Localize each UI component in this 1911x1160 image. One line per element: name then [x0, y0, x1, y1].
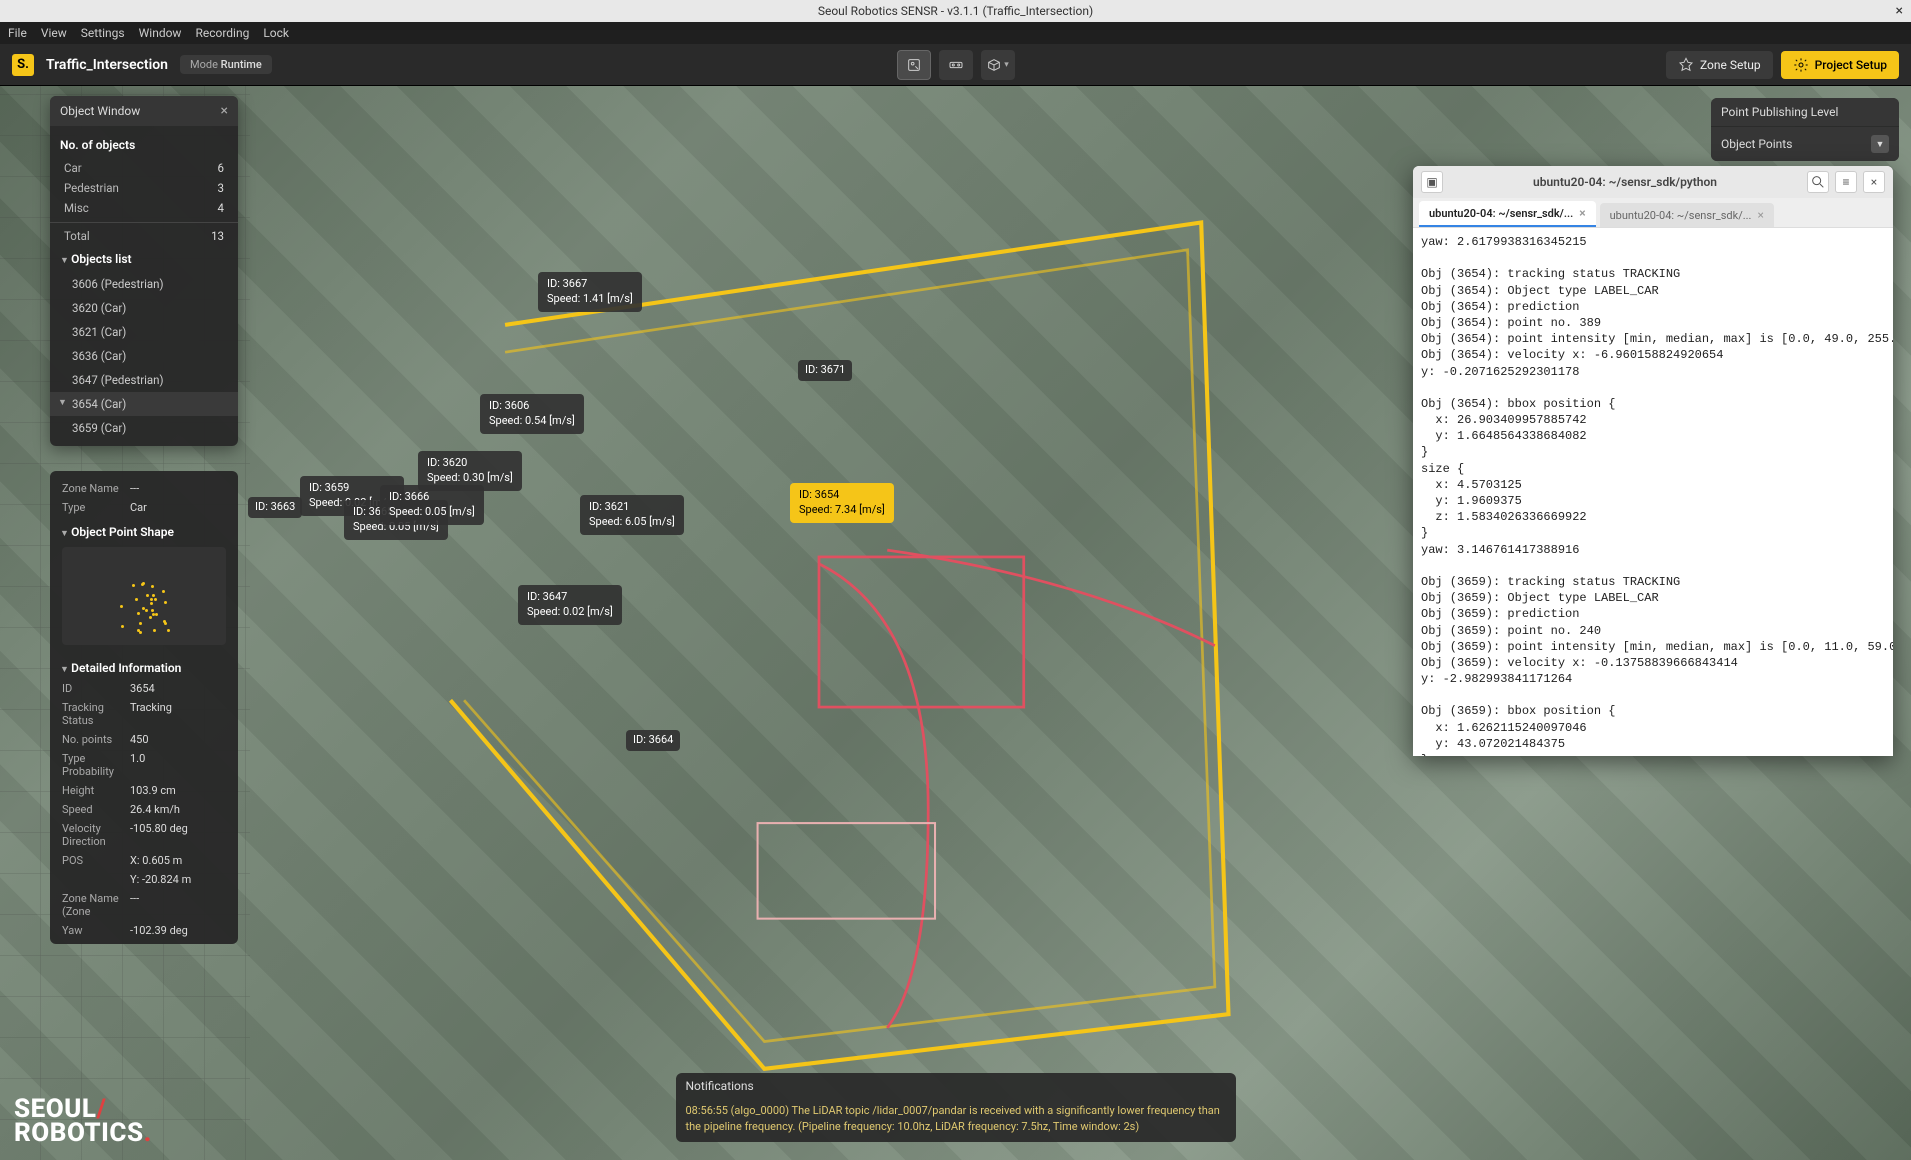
terminal-tabs: ubuntu20-04: ~/sensr_sdk/...× ubuntu20-0… — [1413, 198, 1893, 228]
menu-recording[interactable]: Recording — [195, 26, 249, 40]
view-mode-2-button[interactable] — [939, 50, 973, 80]
zone-setup-button[interactable]: Zone Setup — [1666, 51, 1773, 79]
terminal-header: ▣ ubuntu20-04: ~/sensr_sdk/python ≡ × — [1413, 166, 1893, 198]
terminal-title: ubuntu20-04: ~/sensr_sdk/python — [1449, 175, 1801, 189]
menu-view[interactable]: View — [41, 26, 67, 40]
scene-object-label[interactable]: ID: 3666Speed: 0.05 [m/s] — [380, 485, 484, 525]
scene-object-label[interactable]: ID: 3671 — [798, 360, 852, 381]
window-close-icon[interactable]: × — [1896, 3, 1903, 19]
app-logo: S. — [12, 54, 34, 76]
scene-object-label[interactable]: ID: 3606Speed: 0.54 [m/s] — [480, 394, 584, 434]
point-publishing-title: Point Publishing Level — [1721, 105, 1838, 119]
detail-row: Type Probability1.0 — [50, 749, 238, 781]
detail-row: ID3654 — [50, 679, 238, 698]
window-title: Seoul Robotics SENSR - v3.1.1 (Traffic_I… — [818, 4, 1093, 18]
objects-list-header[interactable]: Objects list — [50, 246, 238, 272]
tab-close-icon[interactable]: × — [1579, 206, 1585, 220]
objects-list-item[interactable]: 3659 (Car) — [50, 416, 238, 440]
objects-list-item[interactable]: 3654 (Car) — [50, 392, 238, 416]
scene-object-label[interactable]: ID: 3663 — [248, 497, 302, 518]
terminal-close-icon[interactable]: × — [1863, 171, 1885, 193]
objects-list-item[interactable]: 3606 (Pedestrian) — [50, 272, 238, 296]
object-window-title: Object Window — [60, 104, 140, 118]
point-publishing-panel: Point Publishing Level Object Points ▼ — [1711, 98, 1899, 161]
scene-object-label[interactable]: ID: 3664 — [626, 730, 680, 751]
terminal-window[interactable]: ▣ ubuntu20-04: ~/sensr_sdk/python ≡ × ub… — [1413, 166, 1893, 756]
detailed-info-header[interactable]: Detailed Information — [50, 651, 238, 679]
detail-row: Height103.9 cm — [50, 781, 238, 800]
project-name: Traffic_Intersection — [46, 57, 168, 73]
scene-object-label[interactable]: ID: 3621Speed: 6.05 [m/s] — [580, 495, 684, 535]
close-icon[interactable]: × — [221, 103, 228, 119]
notifications-panel: Notifications 08:56:55 (algo_0000) The L… — [676, 1073, 1236, 1142]
point-publishing-value: Object Points — [1721, 137, 1792, 151]
point-shape-preview — [62, 547, 226, 645]
menu-file[interactable]: File — [8, 26, 27, 40]
view-mode-3-button[interactable]: ▾ — [981, 50, 1015, 80]
search-icon[interactable] — [1807, 171, 1829, 193]
notifications-title: Notifications — [676, 1073, 1236, 1099]
menu-window[interactable]: Window — [139, 26, 182, 40]
scene-object-label[interactable]: ID: 3654Speed: 7.34 [m/s] — [790, 483, 894, 523]
detail-row: Y: -20.824 m — [50, 870, 238, 889]
mode-pill[interactable]: Mode Runtime — [180, 55, 272, 74]
brand-logo: SEOUL/ ROBOTICS. — [14, 1097, 152, 1146]
project-setup-button[interactable]: Project Setup — [1781, 51, 1899, 79]
scene-viewport[interactable]: ID: 3667Speed: 1.41 [m/s] ID: 3671 ID: 360… — [0, 86, 1911, 1160]
object-detail-panel: Zone Name--- TypeCar Object Point Shape … — [50, 471, 238, 944]
scene-object-label[interactable]: ID: 3667Speed: 1.41 [m/s] — [538, 272, 642, 312]
objects-list-item[interactable]: 3621 (Car) — [50, 320, 238, 344]
scene-object-label[interactable]: ID: 3647Speed: 0.02 [m/s] — [518, 585, 622, 625]
menu-settings[interactable]: Settings — [81, 26, 125, 40]
point-shape-header[interactable]: Object Point Shape — [50, 517, 238, 541]
menu-lock[interactable]: Lock — [263, 26, 289, 40]
terminal-new-tab-button[interactable]: ▣ — [1421, 171, 1443, 193]
objects-list-item[interactable]: 3620 (Car) — [50, 296, 238, 320]
view-mode-1-button[interactable] — [897, 50, 931, 80]
menubar: File View Settings Window Recording Lock — [0, 22, 1911, 44]
detail-row: Zone Name (Zone--- — [50, 889, 238, 921]
terminal-tab-2[interactable]: ubuntu20-04: ~/sensr_sdk/...× — [1600, 203, 1774, 227]
detail-row: Yaw-102.39 deg — [50, 921, 238, 940]
notifications-body: 08:56:55 (algo_0000) The LiDAR topic /li… — [676, 1099, 1236, 1142]
detail-row: POSX: 0.605 m — [50, 851, 238, 870]
detail-row: Speed26.4 km/h — [50, 800, 238, 819]
chevron-down-icon[interactable]: ▼ — [1871, 135, 1889, 153]
detail-row: Velocity Direction-105.80 deg — [50, 819, 238, 851]
os-titlebar: Seoul Robotics SENSR - v3.1.1 (Traffic_I… — [0, 0, 1911, 22]
detail-row: No. points450 — [50, 730, 238, 749]
objects-list-item[interactable]: 3647 (Pedestrian) — [50, 368, 238, 392]
app-toolbar: S. Traffic_Intersection Mode Runtime ▾ Z… — [0, 44, 1911, 86]
objects-list-item[interactable]: 3636 (Car) — [50, 344, 238, 368]
tab-close-icon[interactable]: × — [1757, 208, 1763, 222]
terminal-tab-1[interactable]: ubuntu20-04: ~/sensr_sdk/...× — [1419, 201, 1596, 227]
object-window-panel: Object Window × No. of objects Car6 Pede… — [50, 96, 238, 446]
detail-row: Tracking StatusTracking — [50, 698, 238, 730]
terminal-output[interactable]: yaw: 2.6179938316345215 Obj (3654): trac… — [1413, 228, 1893, 756]
hamburger-icon[interactable]: ≡ — [1835, 171, 1857, 193]
count-header: No. of objects — [50, 132, 238, 158]
